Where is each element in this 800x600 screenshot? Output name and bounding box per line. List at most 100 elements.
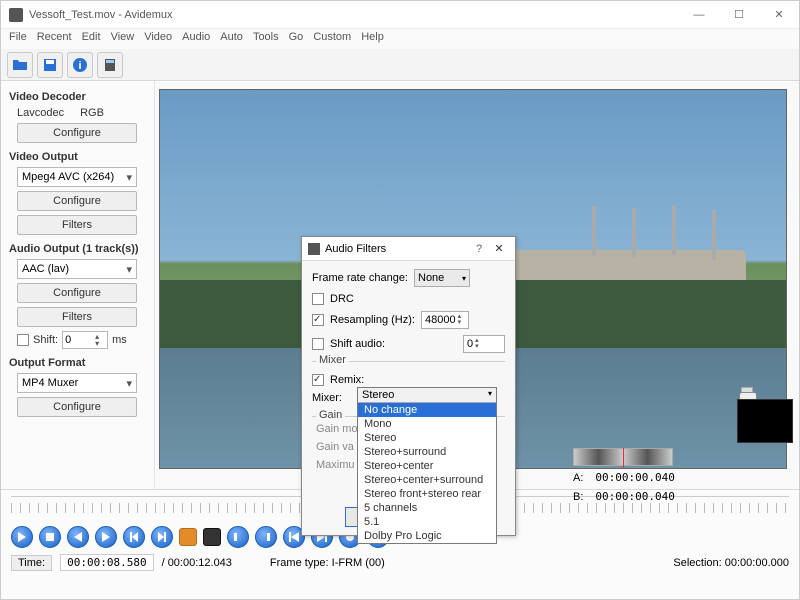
marker-b-value: 00:00:00.040 xyxy=(589,489,680,504)
stepper-icon: ▴▾ xyxy=(475,338,479,350)
stepper-icon: ▴▾ xyxy=(95,333,105,347)
save-button[interactable] xyxy=(37,52,63,78)
set-marker-a-button[interactable] xyxy=(179,528,197,546)
menu-edit[interactable]: Edit xyxy=(82,31,101,47)
menu-go[interactable]: Go xyxy=(289,31,304,47)
menu-auto[interactable]: Auto xyxy=(220,31,243,47)
menu-audio[interactable]: Audio xyxy=(182,31,210,47)
mixer-option[interactable]: Stereo+center xyxy=(358,459,496,473)
audio-configure-button[interactable]: Configure xyxy=(17,283,137,303)
duration-label: / 00:00:12.043 xyxy=(162,557,232,569)
app-logo-icon xyxy=(9,8,23,22)
prev-frame-button[interactable] xyxy=(67,526,89,548)
maximize-button[interactable]: ☐ xyxy=(719,1,759,29)
audio-filters-dialog: Audio Filters ? ✕ Frame rate change: Non… xyxy=(301,236,516,536)
shift-audio-checkbox[interactable] xyxy=(312,338,324,350)
drc-checkbox[interactable] xyxy=(312,293,324,305)
goto-marker-a-button[interactable] xyxy=(227,526,249,548)
menu-file[interactable]: File xyxy=(9,31,27,47)
video-decoder-header: Video Decoder xyxy=(9,91,146,103)
dialog-help-button[interactable]: ? xyxy=(469,243,489,255)
marker-b-label: B: xyxy=(573,491,583,503)
shift-audio-label: Shift audio: xyxy=(330,338,385,350)
frame-type-label: Frame type: I-FRM (00) xyxy=(270,557,385,569)
menu-custom[interactable]: Custom xyxy=(313,31,351,47)
time-value[interactable]: 00:00:08.580 xyxy=(60,554,153,571)
mixer-option[interactable]: Stereo+center+surround xyxy=(358,473,496,487)
dialog-logo-icon xyxy=(308,243,320,255)
mixer-option[interactable]: Stereo front+stereo rear xyxy=(358,487,496,501)
mixer-option[interactable]: No change xyxy=(358,403,496,417)
audio-codec-select[interactable]: AAC (lav) ▾ xyxy=(17,259,137,279)
mixer-dropdown[interactable]: Stereo ▾ No change Mono Stereo Stereo+su… xyxy=(357,387,497,544)
resampling-label: Resampling (Hz): xyxy=(330,314,415,326)
dialog-title: Audio Filters xyxy=(325,243,469,255)
shift-checkbox[interactable] xyxy=(17,334,29,346)
menu-help[interactable]: Help xyxy=(361,31,384,47)
audio-codec-value: AAC (lav) xyxy=(22,263,69,275)
mixer-option[interactable]: 5.1 xyxy=(358,515,496,529)
set-marker-b-button[interactable] xyxy=(203,528,221,546)
frame-rate-value: None xyxy=(418,272,444,284)
info-icon: i xyxy=(72,57,88,73)
stepper-icon: ▴▾ xyxy=(458,314,462,326)
marker-a-value: 00:00:00.040 xyxy=(589,470,680,485)
audio-output-header: Audio Output (1 track(s)) xyxy=(9,243,146,255)
next-keyframe-button[interactable] xyxy=(151,526,173,548)
audio-filters-button[interactable]: Filters xyxy=(17,307,137,327)
video-configure-button[interactable]: Configure xyxy=(17,191,137,211)
video-codec-select[interactable]: Mpeg4 AVC (x264) ▾ xyxy=(17,167,137,187)
dialog-titlebar: Audio Filters ? ✕ xyxy=(302,237,515,261)
menu-view[interactable]: View xyxy=(111,31,135,47)
decoder-configure-button[interactable]: Configure xyxy=(17,123,137,143)
calculator-button[interactable] xyxy=(97,52,123,78)
marker-a-label: A: xyxy=(573,472,583,484)
prev-keyframe-button[interactable] xyxy=(123,526,145,548)
remix-checkbox[interactable] xyxy=(312,374,324,386)
video-filters-button[interactable]: Filters xyxy=(17,215,137,235)
muxer-value: MP4 Muxer xyxy=(22,377,78,389)
stop-button[interactable] xyxy=(39,526,61,548)
shift-audio-value: 0 xyxy=(467,338,473,350)
shift-spin[interactable]: 0 ▴▾ xyxy=(62,331,108,349)
gain-group-label: Gain xyxy=(316,409,345,421)
open-icon xyxy=(12,57,28,73)
video-output-header: Video Output xyxy=(9,151,146,163)
mixer-option[interactable]: Mono xyxy=(358,417,496,431)
minimize-button[interactable]: — xyxy=(679,1,719,29)
mixer-option[interactable]: Stereo xyxy=(358,431,496,445)
dialog-close-button[interactable]: ✕ xyxy=(489,242,509,255)
lavcodec-label: Lavcodec xyxy=(17,107,64,119)
close-button[interactable]: ✕ xyxy=(759,1,799,29)
chevron-down-icon: ▾ xyxy=(126,263,132,276)
chevron-down-icon: ▾ xyxy=(126,377,132,390)
resampling-checkbox[interactable] xyxy=(312,314,324,326)
mixer-option[interactable]: Dolby Pro Logic xyxy=(358,529,496,543)
shift-audio-spin[interactable]: 0 ▴▾ xyxy=(463,335,505,353)
svg-text:i: i xyxy=(78,60,81,72)
menu-tools[interactable]: Tools xyxy=(253,31,279,47)
window-title: Vessoft_Test.mov - Avidemux xyxy=(29,9,679,21)
open-button[interactable] xyxy=(7,52,33,78)
mixer-option[interactable]: Stereo+surround xyxy=(358,445,496,459)
menu-video[interactable]: Video xyxy=(144,31,172,47)
titlebar: Vessoft_Test.mov - Avidemux — ☐ ✕ xyxy=(1,1,799,29)
muxer-select[interactable]: MP4 Muxer ▾ xyxy=(17,373,137,393)
resampling-spin[interactable]: 48000 ▴▾ xyxy=(421,311,469,329)
jog-wheel[interactable] xyxy=(573,448,673,466)
frame-rate-label: Frame rate change: xyxy=(312,272,408,284)
shift-value: 0 xyxy=(65,334,71,346)
menu-recent[interactable]: Recent xyxy=(37,31,72,47)
mixer-dropdown-header[interactable]: Stereo ▾ xyxy=(358,388,496,403)
play-button[interactable] xyxy=(11,526,33,548)
mixer-option[interactable]: 5 channels xyxy=(358,501,496,515)
shift-unit: ms xyxy=(112,334,127,346)
menubar: File Recent Edit View Video Audio Auto T… xyxy=(1,29,799,49)
next-frame-button[interactable] xyxy=(95,526,117,548)
goto-marker-b-button[interactable] xyxy=(255,526,277,548)
media-icon xyxy=(102,57,118,73)
toolbar: i xyxy=(1,49,799,81)
muxer-configure-button[interactable]: Configure xyxy=(17,397,137,417)
info-button[interactable]: i xyxy=(67,52,93,78)
frame-rate-select[interactable]: None ▾ xyxy=(414,269,470,287)
